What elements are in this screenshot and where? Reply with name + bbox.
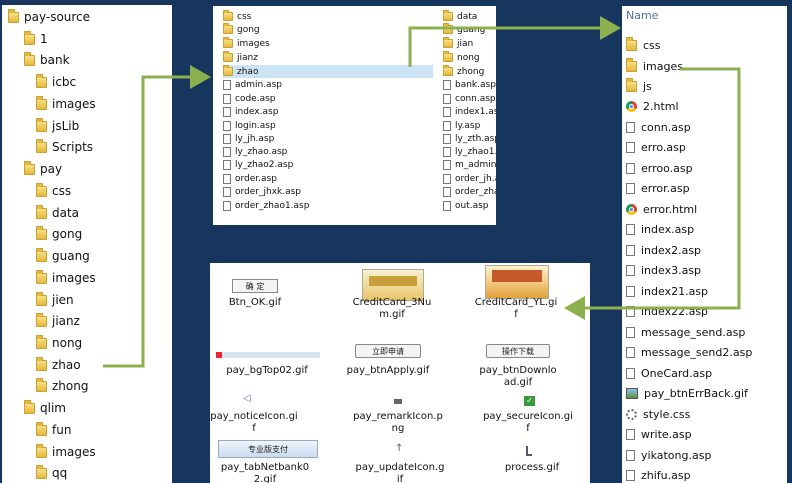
connector-arrows	[103, 16, 741, 368]
arrow-images-to-thumbnails	[564, 67, 741, 320]
arrow-zhao-to-folder	[103, 65, 211, 368]
arrow-folder-to-name-list	[408, 16, 621, 67]
